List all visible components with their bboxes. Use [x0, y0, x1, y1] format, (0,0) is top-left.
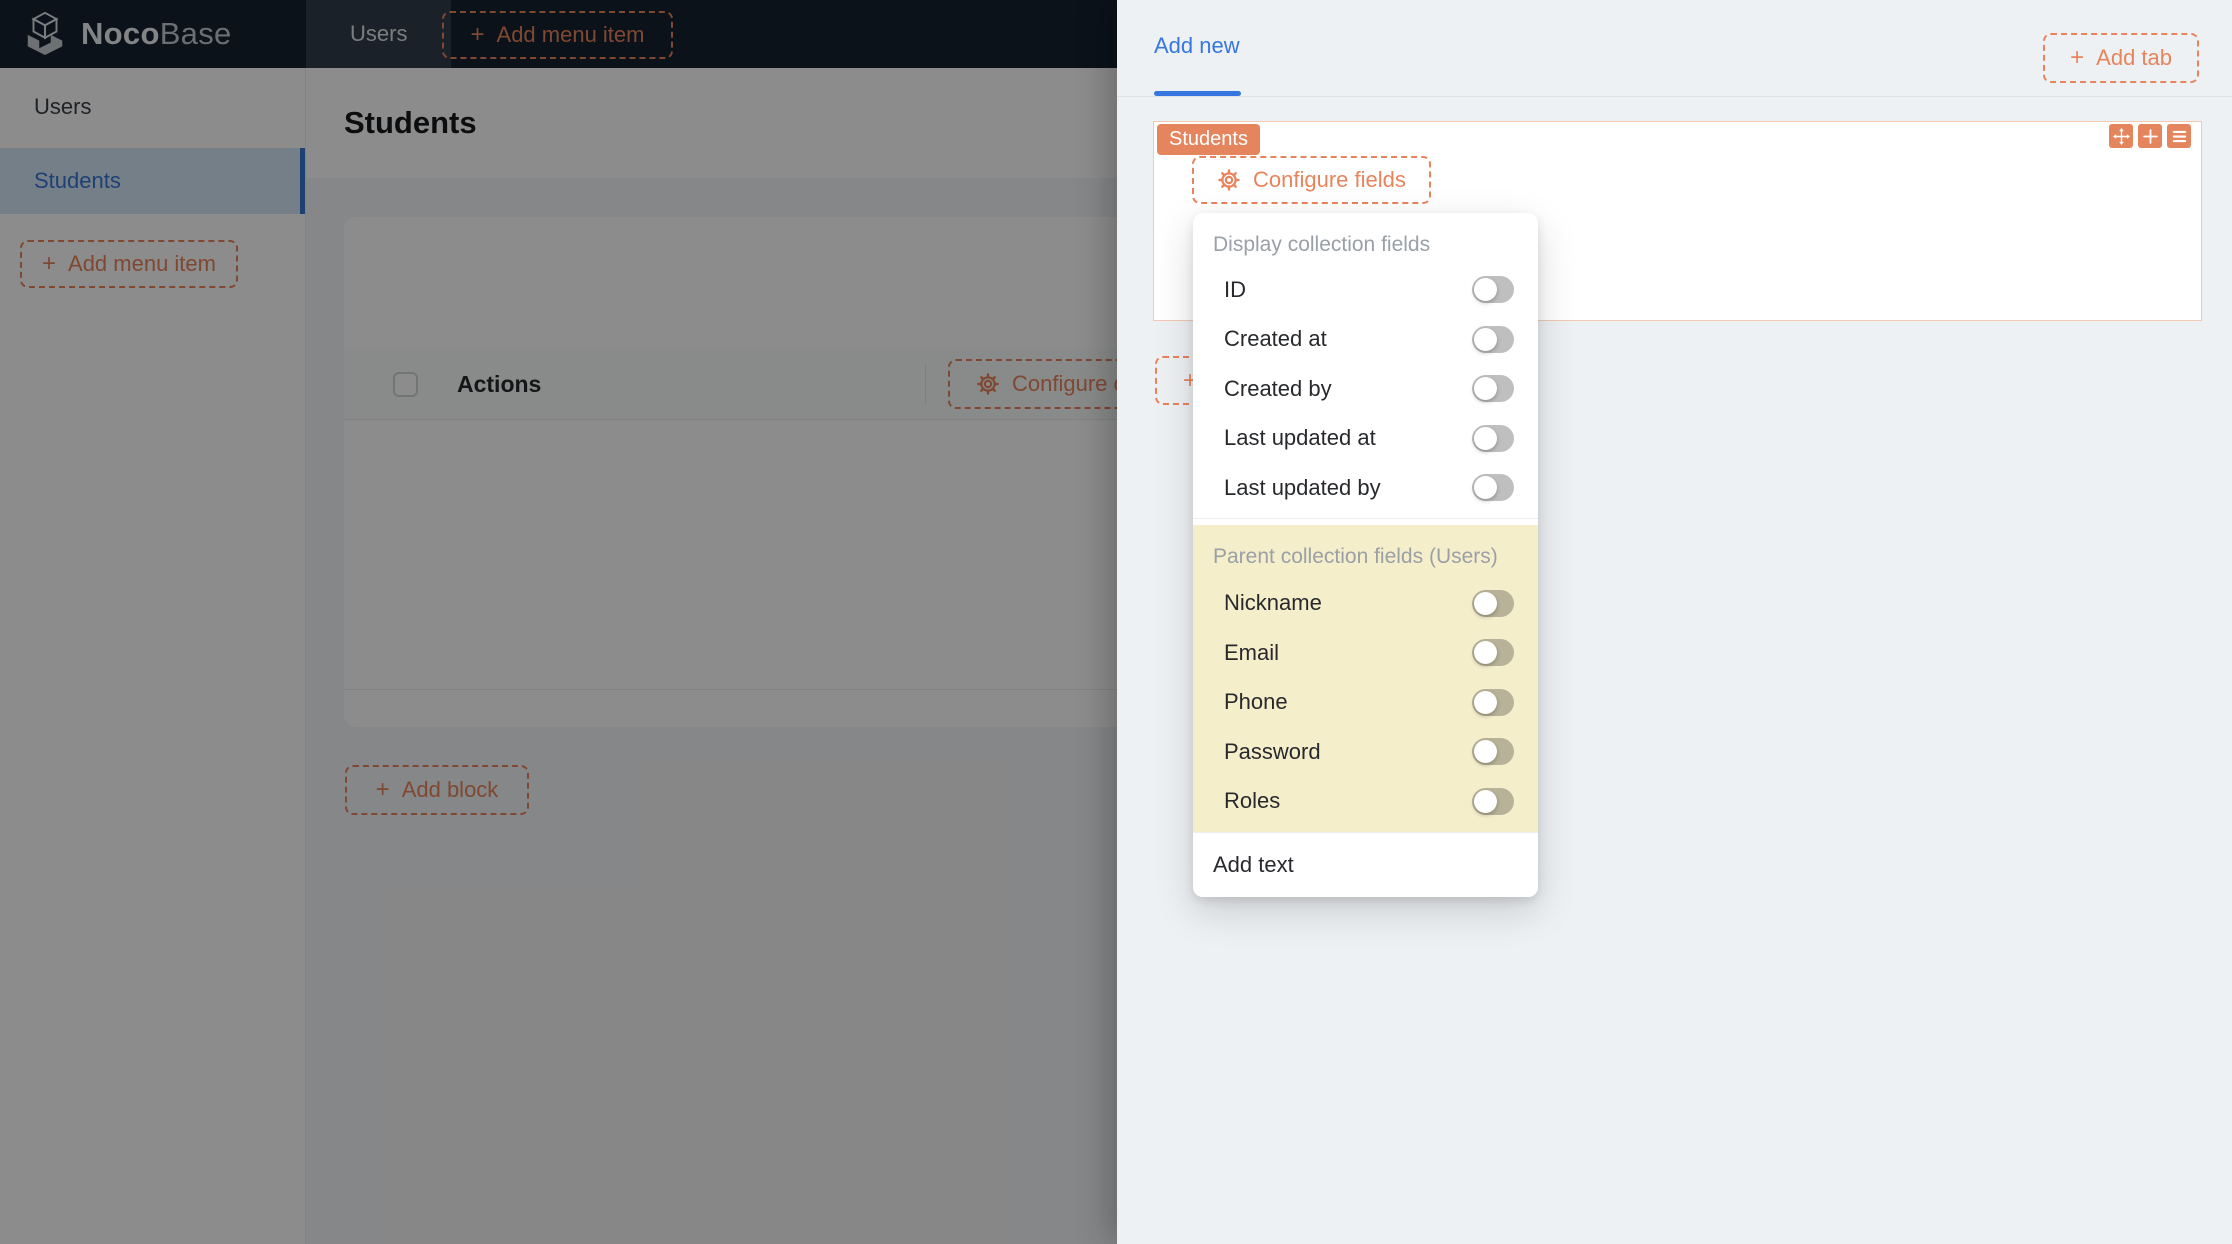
collection-badge: Students — [1157, 124, 1260, 155]
block-menu-icon[interactable] — [2167, 124, 2191, 148]
toggle-switch[interactable] — [1472, 688, 1514, 716]
menu-section-header: Display collection fields — [1213, 233, 1431, 256]
toggle-switch[interactable] — [1472, 639, 1514, 667]
add-new-drawer: Add new + Add tab Students Configure fie… — [1117, 0, 2232, 1244]
toggle-switch[interactable] — [1472, 325, 1514, 353]
menu-item-add-text[interactable]: Add text — [1193, 832, 1538, 897]
switch-knob — [1474, 690, 1497, 714]
menu-item-last-updated-at[interactable]: Last updated at — [1193, 414, 1538, 464]
gear-icon — [1218, 169, 1240, 191]
switch-knob — [1474, 476, 1497, 500]
switch-knob — [1474, 327, 1497, 351]
toggle-switch[interactable] — [1472, 424, 1514, 452]
menu-item-label: Created by — [1224, 375, 1332, 401]
menu-item-label: Password — [1224, 738, 1321, 764]
drawer-overlay-mask[interactable] — [0, 0, 1117, 1244]
menu-item-phone[interactable]: Phone — [1193, 678, 1538, 728]
toggle-switch[interactable] — [1472, 738, 1514, 766]
menu-item-label: ID — [1224, 276, 1246, 302]
menu-item-label: Roles — [1224, 788, 1281, 814]
switch-knob — [1474, 789, 1497, 813]
toggle-switch[interactable] — [1472, 276, 1514, 304]
menu-item-email[interactable]: Email — [1193, 628, 1538, 678]
switch-knob — [1474, 426, 1497, 450]
menu-item-label: Email — [1224, 639, 1280, 665]
block-designer-toolbar — [2109, 124, 2191, 148]
menu-item-label: Phone — [1224, 689, 1288, 715]
menu-item-password[interactable]: Password — [1193, 727, 1538, 777]
menu-item-created-by[interactable]: Created by — [1193, 364, 1538, 414]
menu-item-nickname[interactable]: Nickname — [1193, 579, 1538, 629]
switch-knob — [1474, 740, 1497, 764]
configure-fields-menu: Display collection fields ID Created at … — [1193, 213, 1538, 897]
add-tab-button[interactable]: + Add tab — [2043, 33, 2199, 83]
toggle-switch[interactable] — [1472, 787, 1514, 815]
drawer-tab-add-new[interactable]: Add new — [1154, 0, 1240, 92]
toggle-switch[interactable] — [1472, 375, 1514, 403]
switch-knob — [1474, 278, 1497, 302]
configure-fields-button[interactable]: Configure fields — [1192, 156, 1431, 204]
menu-divider — [1193, 517, 1538, 519]
menu-item-last-updated-by[interactable]: Last updated by — [1193, 463, 1538, 513]
switch-knob — [1474, 377, 1497, 401]
menu-item-label: Last updated at — [1224, 425, 1376, 451]
parent-fields-section: Parent collection fields (Users) Nicknam… — [1193, 524, 1538, 832]
active-tab-indicator — [1154, 91, 1241, 96]
toggle-switch[interactable] — [1472, 474, 1514, 502]
drawer-tab-bar: Add new + Add tab — [1117, 0, 2232, 97]
menu-item-created-at[interactable]: Created at — [1193, 315, 1538, 365]
add-tab-label: Add tab — [2096, 45, 2172, 70]
menu-item-label: Nickname — [1224, 590, 1322, 616]
switch-knob — [1474, 641, 1497, 665]
configure-fields-label: Configure fields — [1253, 167, 1406, 192]
switch-knob — [1474, 591, 1497, 615]
drag-handle-icon[interactable] — [2109, 124, 2133, 148]
menu-item-label: Last updated by — [1224, 474, 1381, 500]
menu-item-roles[interactable]: Roles — [1193, 777, 1538, 827]
menu-section-header: Parent collection fields (Users) — [1213, 544, 1498, 568]
plus-icon: + — [2070, 44, 2085, 71]
app-root: NocoBase Users + Add menu item Users Stu… — [0, 0, 2232, 1244]
menu-item-id[interactable]: ID — [1193, 265, 1538, 315]
menu-item-label: Add text — [1213, 852, 1294, 877]
add-item-icon[interactable] — [2138, 124, 2162, 148]
drawer-tab-label: Add new — [1154, 33, 1240, 58]
toggle-switch[interactable] — [1472, 589, 1514, 617]
menu-item-label: Created at — [1224, 326, 1327, 352]
